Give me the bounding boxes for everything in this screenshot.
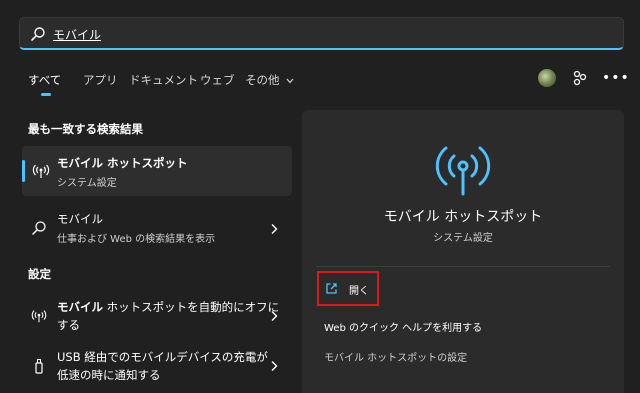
detail-panel: モバイル ホットスポット システム設定 開く Web のクイック ヘルプを利用す… [302,110,624,393]
search-icon [31,27,45,41]
tab-documents[interactable]: ドキュメント [129,72,198,88]
tab-apps[interactable]: アプリ [83,72,118,88]
hotspot-icon [435,146,491,196]
search-icon [32,221,46,235]
active-tab-indicator [41,93,51,96]
best-match-title: モバイル ホットスポット [57,156,188,170]
settings-result-title-line2: する [57,318,80,332]
settings-result-auto-off[interactable]: モバイル ホットスポットを自動的にオフに する [22,296,292,336]
search-box[interactable]: モバイル [19,17,624,50]
settings-result-title: モバイル ホットスポットを自動的にオフに [57,299,279,315]
settings-result-title-rest: ホットスポットを自動的にオフに [103,300,280,314]
tab-more-label: その他 [245,73,280,87]
chevron-right-icon [271,361,278,371]
tab-more[interactable]: その他 [245,72,294,88]
web-result-title: モバイル [57,212,103,226]
detail-title: モバイル ホットスポット [383,209,543,225]
best-match-heading: 最も一致する検索結果 [28,122,143,136]
usb-device-icon [35,359,43,374]
more-icon[interactable]: ••• [602,70,630,86]
best-match-item[interactable]: モバイル ホットスポット システム設定 [22,146,292,196]
search-input[interactable]: モバイル [53,26,101,43]
external-link-icon [326,283,337,294]
open-button[interactable]: 開く [317,271,379,306]
chevron-right-icon [271,224,278,234]
settings-result-title-line2: 低速の時に通知する [57,368,161,382]
settings-result-usb-charging[interactable]: USB 経由でのモバイルデバイスの充電が 低速の時に通知する [22,346,292,386]
web-result-subtitle: 仕事および Web の検索結果を表示 [57,234,216,245]
divider [316,266,610,267]
tab-all[interactable]: すべて [28,72,61,88]
settings-heading: 設定 [28,267,51,281]
selection-indicator [22,160,25,182]
open-label: 開く [349,286,369,297]
hotspot-icon [32,164,50,178]
hotspot-settings-link[interactable]: モバイル ホットスポットの設定 [324,349,467,364]
share-icon[interactable] [572,70,588,86]
chevron-right-icon [271,311,278,321]
best-match-subtitle: システム設定 [57,178,117,189]
detail-subtitle: システム設定 [433,233,493,244]
web-result-item[interactable]: モバイル 仕事および Web の検索結果を表示 [22,208,292,248]
settings-result-title-bold: モバイル [57,300,103,314]
hotspot-icon [31,310,47,323]
chevron-down-icon [286,78,294,83]
avatar[interactable] [538,69,556,87]
tab-web[interactable]: ウェブ [200,72,235,88]
web-quick-help-link[interactable]: Web のクイック ヘルプを利用する [324,319,482,334]
settings-result-title: USB 経由でのモバイルデバイスの充電が [57,350,268,364]
